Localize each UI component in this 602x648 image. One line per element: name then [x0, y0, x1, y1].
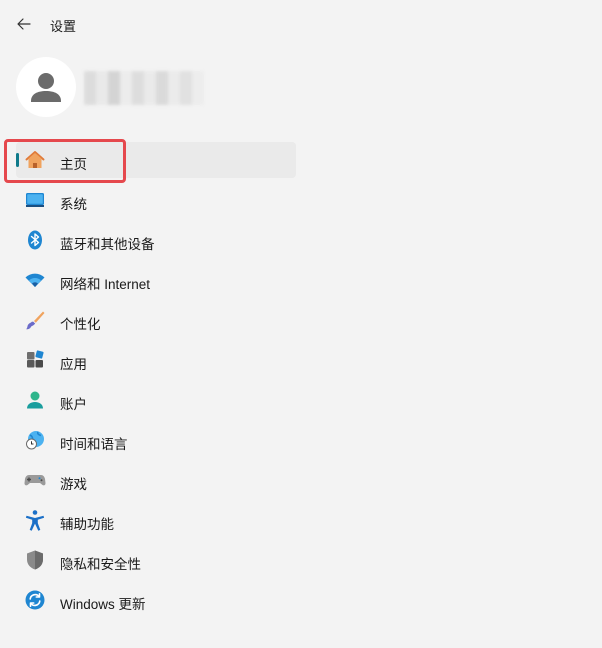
sidebar-item-label: 蓝牙和其他设备 — [60, 237, 155, 252]
accessibility-icon — [24, 509, 46, 531]
home-icon — [24, 149, 46, 171]
sidebar-item-accounts[interactable]: 账户 — [16, 382, 296, 418]
sidebar-item-label: 系统 — [60, 197, 87, 212]
sidebar-item-label: 应用 — [60, 357, 87, 372]
sidebar-item-home[interactable]: 主页 — [16, 142, 296, 178]
user-silhouette-icon — [31, 73, 61, 102]
paintbrush-icon — [24, 309, 46, 331]
sidebar-item-apps[interactable]: 应用 — [16, 342, 296, 378]
arrow-left-icon — [17, 18, 31, 30]
back-button[interactable] — [10, 11, 38, 37]
monitor-icon — [24, 189, 46, 211]
selection-indicator — [16, 153, 19, 167]
user-name-redacted — [84, 71, 210, 105]
sidebar-item-label: 时间和语言 — [60, 437, 128, 452]
shield-icon — [24, 549, 46, 571]
person-icon — [24, 389, 46, 411]
sidebar-item-label: 网络和 Internet — [60, 277, 151, 292]
sidebar-nav: 主页 系统 蓝牙和其他设备 网络和 Internet 个性化 应用 账户 时间和… — [16, 142, 296, 622]
sidebar-item-accessibility[interactable]: 辅助功能 — [16, 502, 296, 538]
sidebar-item-network[interactable]: 网络和 Internet — [16, 262, 296, 298]
sidebar-item-label: 辅助功能 — [60, 517, 114, 532]
sidebar-item-privacy-security[interactable]: 隐私和安全性 — [16, 542, 296, 578]
sidebar-item-windows-update[interactable]: Windows 更新 — [16, 582, 296, 618]
sidebar-item-label: 隐私和安全性 — [60, 557, 141, 572]
avatar[interactable] — [16, 57, 76, 117]
update-icon — [24, 589, 46, 611]
user-profile[interactable] — [16, 57, 276, 117]
sidebar-item-label: 个性化 — [60, 317, 101, 332]
sidebar-item-bluetooth[interactable]: 蓝牙和其他设备 — [16, 222, 296, 258]
apps-icon — [24, 349, 46, 371]
sidebar-item-system[interactable]: 系统 — [16, 182, 296, 218]
wifi-icon — [24, 269, 46, 291]
bluetooth-icon — [24, 229, 46, 251]
sidebar-item-label: 主页 — [60, 157, 87, 172]
gamepad-icon — [24, 469, 46, 491]
sidebar-item-gaming[interactable]: 游戏 — [16, 462, 296, 498]
sidebar-item-label: 游戏 — [60, 477, 87, 492]
sidebar-item-personalization[interactable]: 个性化 — [16, 302, 296, 338]
sidebar-item-label: Windows 更新 — [60, 597, 146, 612]
sidebar-item-label: 账户 — [60, 397, 87, 412]
sidebar-item-time-language[interactable]: 时间和语言 — [16, 422, 296, 458]
app-title: 设置 — [50, 19, 77, 34]
title-bar: 设置 — [0, 0, 602, 48]
globe-clock-icon — [24, 429, 46, 451]
